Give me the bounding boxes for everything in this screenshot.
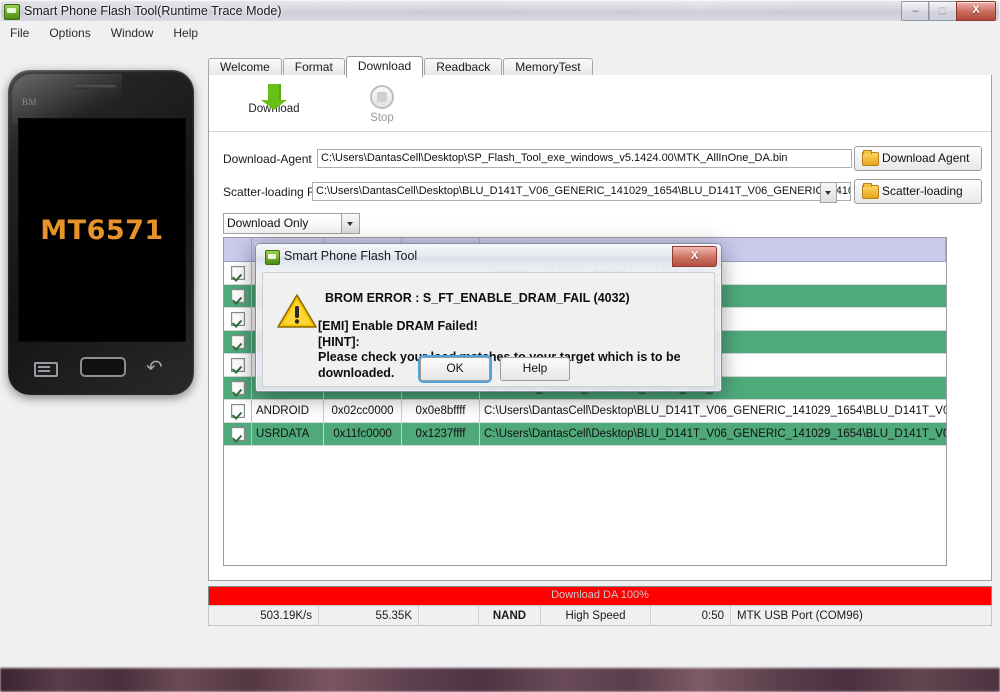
desktop-wallpaper-bottom <box>0 668 1000 692</box>
dialog-close-button[interactable]: X <box>672 246 717 267</box>
table-row[interactable]: ANDROID 0x02cc0000 0x0e8bffff C:\Users\D… <box>224 400 946 423</box>
menu-window[interactable]: Window <box>101 22 164 44</box>
menubar: File Options Window Help <box>0 22 1000 45</box>
scatter-file-browse-label: Scatter-loading <box>882 184 963 198</box>
checkbox-checked-icon <box>230 404 245 418</box>
green-down-arrow-icon <box>261 84 287 110</box>
screen-root: Smart Phone Flash Tool(Runtime Trace Mod… <box>0 0 1000 692</box>
checkbox-checked-icon <box>230 358 245 372</box>
checkbox-checked-icon <box>230 266 245 280</box>
folder-icon <box>862 150 879 166</box>
progress-bar: Download DA 100% <box>208 586 992 606</box>
dialog-error-code: BROM ERROR : S_FT_ENABLE_DRAM_FAIL (4032… <box>325 291 630 305</box>
status-port: MTK USB Port (COM96) <box>737 609 863 622</box>
close-icon: X <box>690 250 699 262</box>
close-button[interactable]: X <box>956 1 996 21</box>
row-location: C:\Users\DantasCell\Desktop\BLU_D141T_V0… <box>484 428 946 440</box>
row-location: C:\Users\DantasCell\Desktop\BLU_D141T_V0… <box>484 405 946 417</box>
dialog-title: Smart Phone Flash Tool <box>284 249 418 263</box>
scatter-file-dropdown-arrow-icon[interactable] <box>820 182 837 203</box>
tabstrip: Welcome Format Download Readback MemoryT… <box>208 56 992 78</box>
phone-speaker-icon <box>74 85 116 89</box>
scatter-file-label: Scatter-loading File <box>223 185 327 199</box>
row-checkbox[interactable] <box>224 285 252 307</box>
phone-screen: MT6571 <box>18 118 186 342</box>
phone-home-key-icon <box>80 357 126 377</box>
error-dialog: Smart Phone Flash Tool X BROM ERROR : S_… <box>255 243 722 392</box>
row-checkbox[interactable] <box>224 331 252 353</box>
checkbox-checked-icon <box>230 289 245 303</box>
phone-body: BM MT6571 ↶ <box>8 70 194 395</box>
dialog-ok-button[interactable]: OK <box>420 357 490 381</box>
row-checkbox[interactable] <box>224 308 252 330</box>
action-toolbar: Download Stop <box>209 75 991 132</box>
app-icon <box>4 4 20 20</box>
phone-chipset-label: MT6571 <box>40 214 164 246</box>
warning-triangle-icon <box>277 294 317 328</box>
dialog-message-line2: [HINT]: <box>318 334 360 349</box>
dialog-titlebar: Smart Phone Flash Tool X <box>256 244 721 269</box>
scatter-file-input[interactable]: C:\Users\DantasCell\Desktop\BLU_D141T_V0… <box>312 182 851 201</box>
tab-download[interactable]: Download <box>345 56 424 78</box>
table-row[interactable]: USRDATA 0x11fc0000 0x1237ffff C:\Users\D… <box>224 423 946 446</box>
row-checkbox[interactable] <box>224 400 252 422</box>
phone-brand-label: BM <box>22 97 38 107</box>
stop-button[interactable]: Stop <box>339 81 425 124</box>
dialog-help-button[interactable]: Help <box>500 357 570 381</box>
row-name: USRDATA <box>252 423 324 445</box>
download-button[interactable]: Download <box>231 81 317 115</box>
maximize-icon: □ <box>939 4 946 16</box>
status-elapsed-time: 0:50 <box>651 606 731 625</box>
chevron-down-icon <box>341 214 359 233</box>
dialog-app-icon <box>265 250 280 265</box>
row-end: 0x1237ffff <box>402 423 480 445</box>
checkbox-checked-icon <box>230 381 245 395</box>
dialog-body: BROM ERROR : S_FT_ENABLE_DRAM_FAIL (4032… <box>262 272 715 387</box>
download-agent-browse-button[interactable]: Download Agent <box>854 146 982 171</box>
close-icon: X <box>972 4 980 16</box>
checkbox-checked-icon <box>230 335 245 349</box>
checkbox-checked-icon <box>230 427 245 441</box>
row-begin: 0x02cc0000 <box>324 400 402 422</box>
row-end: 0x0e8bffff <box>402 400 480 422</box>
row-checkbox[interactable] <box>224 262 252 284</box>
status-size: 55.35K <box>319 606 419 625</box>
status-blank <box>419 606 479 625</box>
download-mode-value: Download Only <box>227 216 309 230</box>
row-checkbox[interactable] <box>224 354 252 376</box>
row-checkbox[interactable] <box>224 377 252 399</box>
header-checkbox-cell[interactable] <box>224 238 252 261</box>
maximize-button[interactable]: □ <box>928 1 957 21</box>
status-storage-type: NAND <box>479 606 541 625</box>
download-agent-browse-label: Download Agent <box>882 151 970 165</box>
window-title: Smart Phone Flash Tool(Runtime Trace Mod… <box>24 4 282 18</box>
window-titlebar: Smart Phone Flash Tool(Runtime Trace Mod… <box>0 0 1000 23</box>
download-agent-input[interactable]: C:\Users\DantasCell\Desktop\SP_Flash_Too… <box>317 149 852 168</box>
folder-icon <box>862 183 879 199</box>
phone-back-key-icon: ↶ <box>146 357 163 379</box>
menu-help[interactable]: Help <box>163 22 208 44</box>
checkbox-checked-icon <box>230 312 245 326</box>
progress-label: Download DA 100% <box>551 589 649 601</box>
minimize-icon: – <box>912 4 919 16</box>
phone-illustration: BM MT6571 ↶ <box>8 70 200 400</box>
download-agent-label: Download-Agent <box>223 152 312 166</box>
scatter-file-browse-button[interactable]: Scatter-loading <box>854 179 982 204</box>
download-mode-select[interactable]: Download Only <box>223 213 360 234</box>
row-name: ANDROID <box>252 400 324 422</box>
row-begin: 0x11fc0000 <box>324 423 402 445</box>
row-checkbox[interactable] <box>224 423 252 445</box>
minimize-button[interactable]: – <box>901 1 930 21</box>
menu-file[interactable]: File <box>0 22 39 44</box>
phone-menu-key-icon <box>34 362 58 377</box>
status-speed: 503.19K/s <box>209 606 319 625</box>
statusbar: 503.19K/s 55.35K NAND High Speed 0:50 MT… <box>208 605 992 626</box>
status-usb-speed: High Speed <box>541 606 651 625</box>
dialog-message-line1: [EMI] Enable DRAM Failed! <box>318 319 478 333</box>
menu-options[interactable]: Options <box>39 22 100 44</box>
stop-button-label: Stop <box>370 112 394 124</box>
stop-circle-icon <box>370 85 394 109</box>
